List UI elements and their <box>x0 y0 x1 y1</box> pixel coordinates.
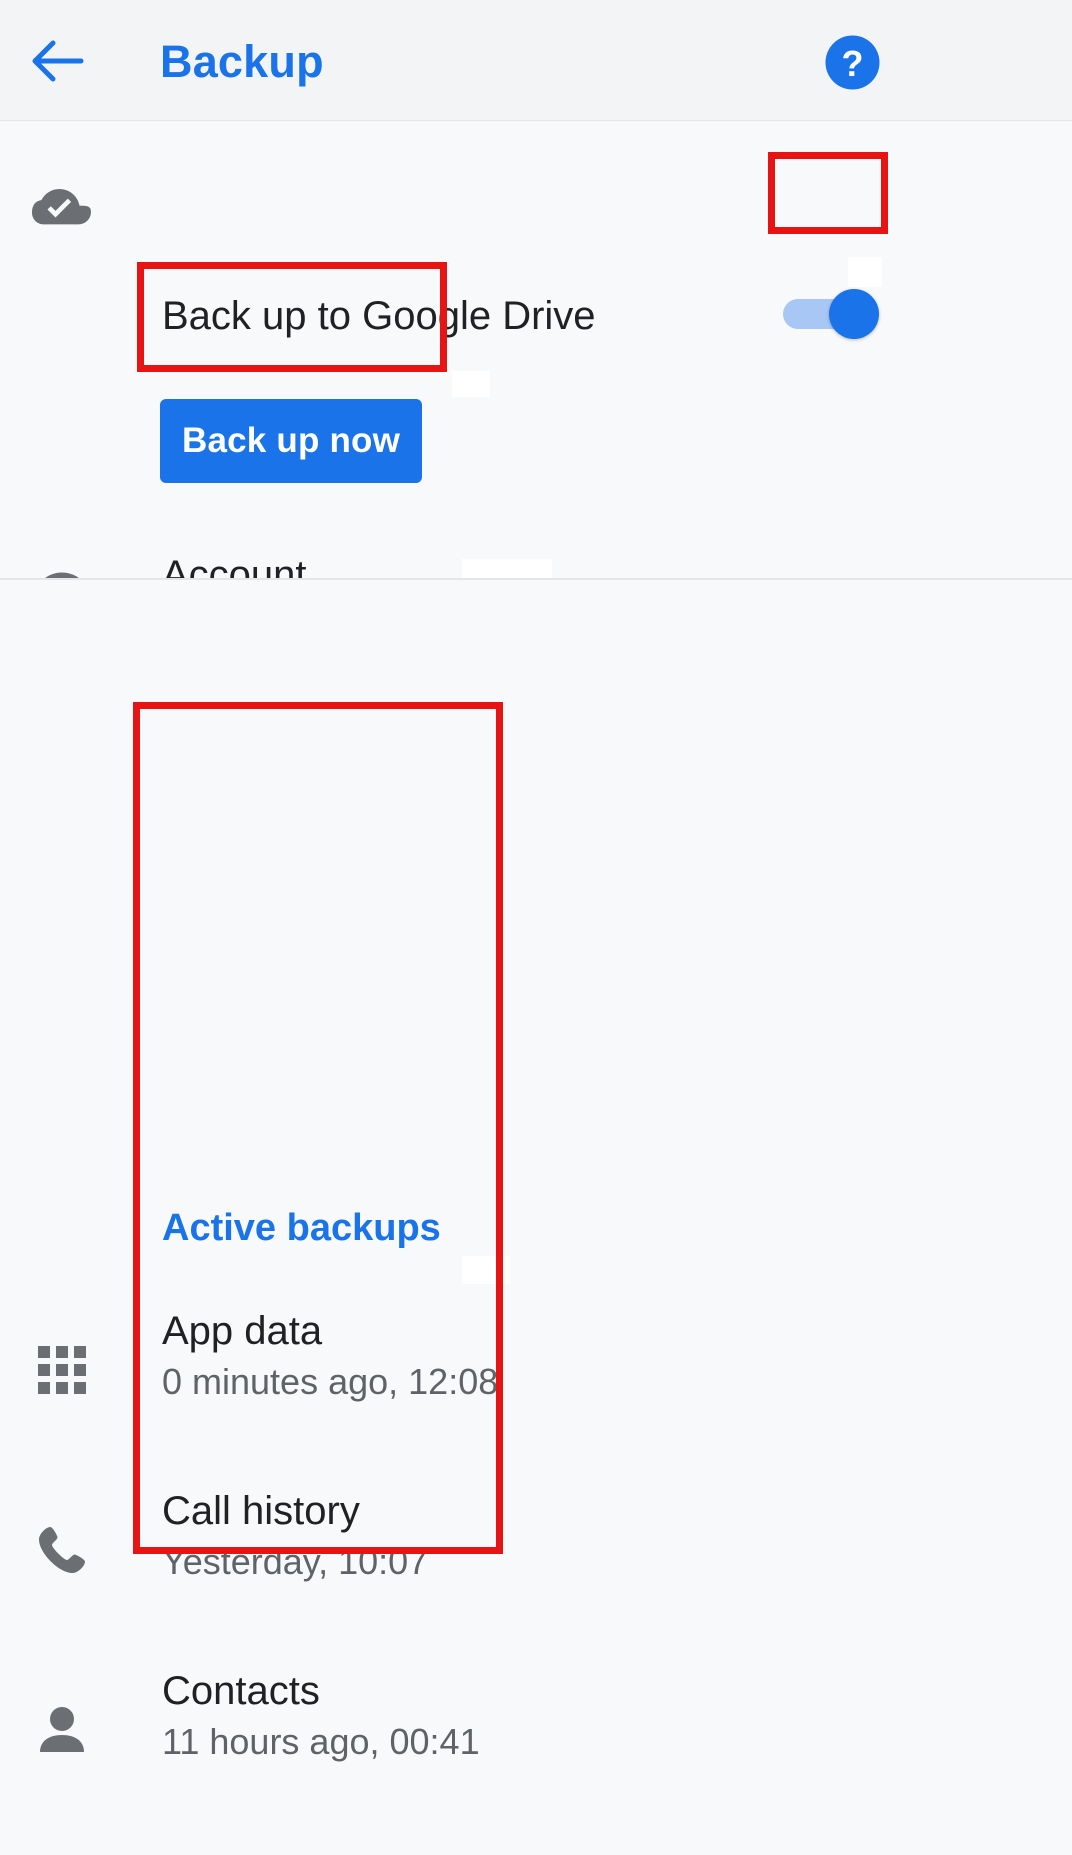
redaction-block <box>848 257 882 287</box>
list-item[interactable]: Call history Yesterday, 10:07 <box>0 1460 1072 1640</box>
help-circle-icon: ? <box>825 35 880 90</box>
phone-icon <box>39 1527 85 1573</box>
toggle-knob <box>829 289 879 339</box>
app-bar: Backup ? <box>0 0 1072 121</box>
list-item[interactable]: App data 0 minutes ago, 12:08 <box>0 1280 1072 1460</box>
redaction-block <box>452 371 490 397</box>
back-button[interactable] <box>30 36 86 86</box>
active-backups-list: App data 0 minutes ago, 12:08 Call histo… <box>0 1280 1072 1855</box>
backup-toggle-section: Back up to Google Drive Back up now Acco… <box>0 121 1072 669</box>
help-button[interactable]: ? <box>825 35 880 90</box>
list-item-title: Device settings <box>162 1847 433 1855</box>
active-backups-section: Active backups App data 0 minutes ago, 1… <box>0 580 1072 1855</box>
cloud-done-icon-wrap <box>30 179 94 243</box>
list-item-title: Call history <box>162 1489 360 1533</box>
cloud-done-icon <box>32 189 91 225</box>
active-backups-header: Active backups <box>162 1207 441 1249</box>
list-item-subtitle: 0 minutes ago, 12:08 <box>162 1361 499 1402</box>
backup-settings-screen: Backup ? Back up to Google Drive Back up… <box>0 0 1072 1855</box>
svg-text:?: ? <box>842 43 864 84</box>
apps-grid-icon <box>38 1346 86 1394</box>
list-item[interactable]: Contacts 11 hours ago, 00:41 <box>0 1640 1072 1820</box>
backup-to-drive-toggle[interactable] <box>783 289 887 339</box>
backup-to-drive-label: Back up to Google Drive <box>162 294 596 338</box>
arrow-back-icon <box>32 40 84 82</box>
page-title: Backup <box>160 36 324 87</box>
list-item[interactable]: Device settings 0 minutes ago, 12:08 <box>0 1820 1072 1855</box>
list-item-title: App data <box>162 1309 323 1353</box>
list-item-subtitle: 11 hours ago, 00:41 <box>162 1721 480 1762</box>
person-icon-wrap <box>30 1698 94 1762</box>
back-up-now-button[interactable]: Back up now <box>160 399 422 483</box>
phone-icon-wrap <box>30 1518 94 1582</box>
apps-grid-icon-wrap <box>30 1338 94 1402</box>
person-icon <box>40 1707 84 1752</box>
list-item-title: Contacts <box>162 1669 320 1713</box>
list-item-subtitle: Yesterday, 10:07 <box>162 1541 429 1582</box>
